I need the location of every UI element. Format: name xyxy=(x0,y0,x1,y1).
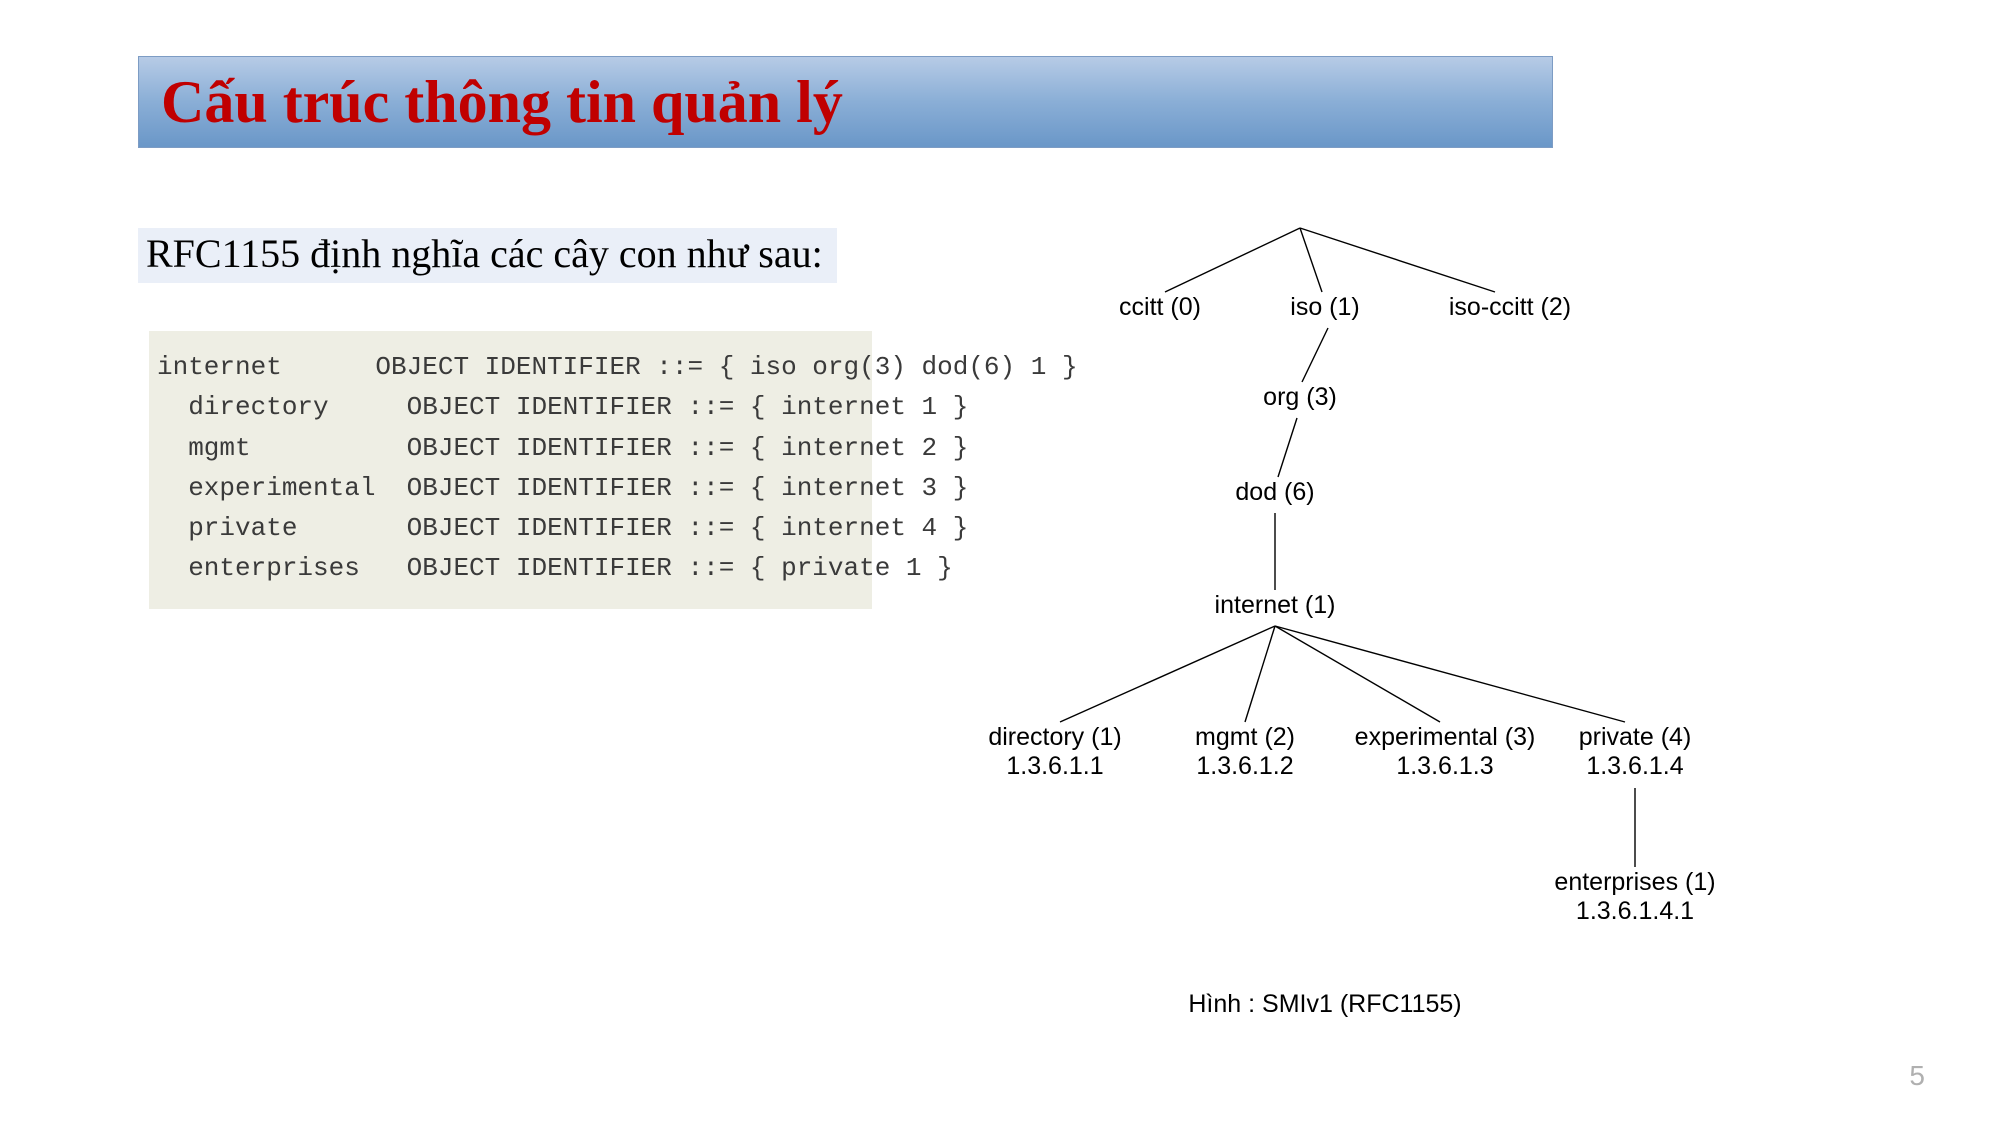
node-dod: dod (6) xyxy=(1235,478,1314,507)
node-iso-ccitt: iso-ccitt (2) xyxy=(1449,293,1571,322)
node-org: org (3) xyxy=(1263,383,1337,412)
tree-edges xyxy=(980,210,1930,1040)
node-directory: directory (1) 1.3.6.1.1 xyxy=(988,723,1121,781)
slide-title: Cấu trúc thông tin quản lý xyxy=(161,72,843,132)
node-experimental-oid: 1.3.6.1.3 xyxy=(1396,752,1493,780)
node-ccitt-label: ccitt (0) xyxy=(1119,293,1201,321)
node-private-label: private (4) xyxy=(1579,723,1692,751)
node-ccitt: ccitt (0) xyxy=(1119,293,1201,322)
node-enterprises: enterprises (1) 1.3.6.1.4.1 xyxy=(1554,868,1715,926)
page-number: 5 xyxy=(1909,1060,1925,1092)
oid-tree-diagram: ccitt (0) iso (1) iso-ccitt (2) org (3) … xyxy=(980,210,1930,1040)
node-mgmt-oid: 1.3.6.1.2 xyxy=(1196,752,1293,780)
oid-definitions-code: internet OBJECT IDENTIFIER ::= { iso org… xyxy=(149,331,872,609)
node-enterprises-oid: 1.3.6.1.4.1 xyxy=(1576,897,1694,925)
node-org-label: org (3) xyxy=(1263,383,1337,411)
node-iso-label: iso (1) xyxy=(1290,293,1359,321)
tree-caption: Hình : SMIv1 (RFC1155) xyxy=(1188,990,1461,1019)
slide-subtitle: RFC1155 định nghĩa các cây con như sau: xyxy=(138,228,837,283)
node-iso: iso (1) xyxy=(1290,293,1359,322)
node-internet-label: internet (1) xyxy=(1215,591,1336,619)
node-enterprises-label: enterprises (1) xyxy=(1554,868,1715,896)
node-directory-label: directory (1) xyxy=(988,723,1121,751)
node-experimental-label: experimental (3) xyxy=(1355,723,1536,751)
node-private: private (4) 1.3.6.1.4 xyxy=(1579,723,1692,781)
node-iso-ccitt-label: iso-ccitt (2) xyxy=(1449,293,1571,321)
node-internet: internet (1) xyxy=(1215,591,1336,620)
node-experimental: experimental (3) 1.3.6.1.3 xyxy=(1355,723,1536,781)
node-dod-label: dod (6) xyxy=(1235,478,1314,506)
node-directory-oid: 1.3.6.1.1 xyxy=(1006,752,1103,780)
node-mgmt: mgmt (2) 1.3.6.1.2 xyxy=(1195,723,1295,781)
node-private-oid: 1.3.6.1.4 xyxy=(1586,752,1683,780)
node-mgmt-label: mgmt (2) xyxy=(1195,723,1295,751)
slide-title-bar: Cấu trúc thông tin quản lý xyxy=(138,56,1553,148)
